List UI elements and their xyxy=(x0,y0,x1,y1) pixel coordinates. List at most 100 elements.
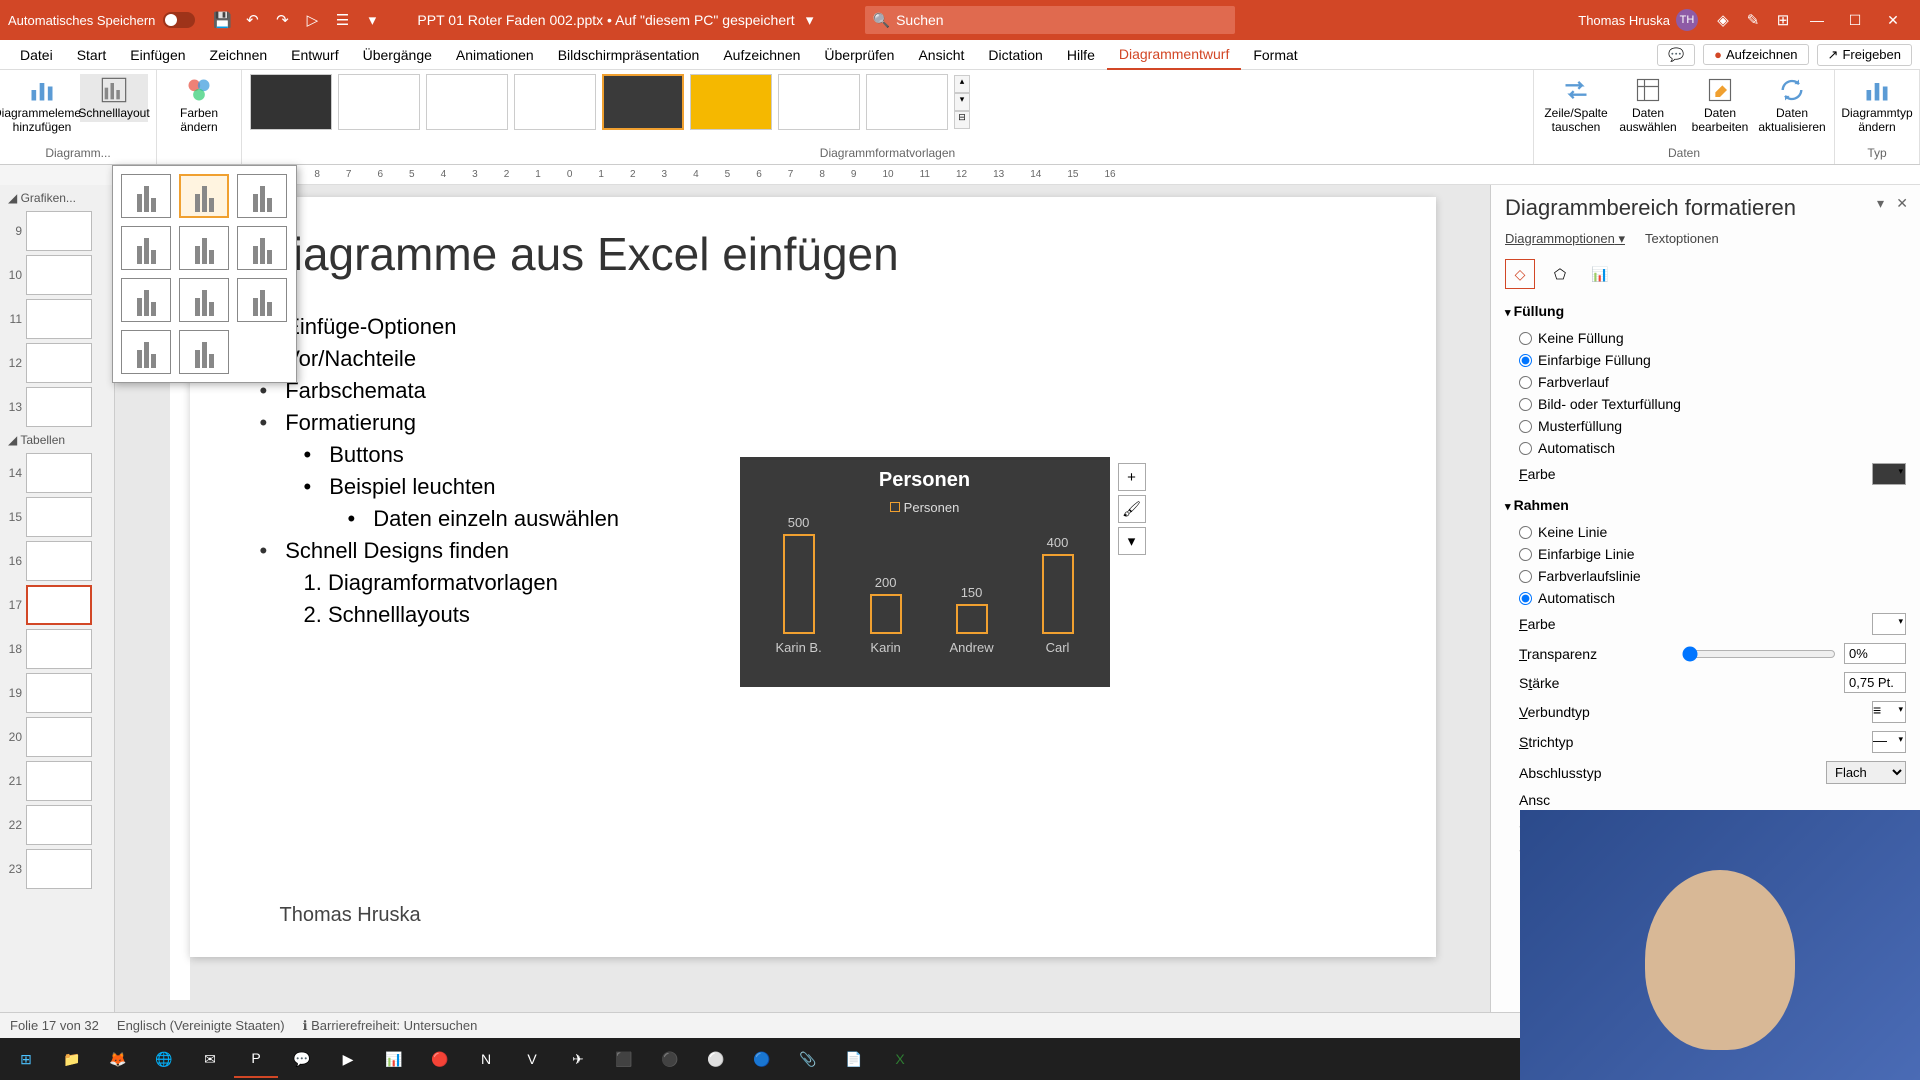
fill-section-header[interactable]: Füllung xyxy=(1505,303,1906,319)
width-input[interactable] xyxy=(1844,672,1906,693)
task-app-1[interactable]: 💬 xyxy=(280,1040,324,1078)
task-app-5[interactable]: ⚪ xyxy=(694,1040,738,1078)
compound-select[interactable]: ≡ xyxy=(1872,701,1906,723)
maximize-button[interactable]: ☐ xyxy=(1836,0,1874,40)
link-icon[interactable]: ⊞ xyxy=(1772,9,1794,31)
qat-more-icon[interactable]: ▾ xyxy=(361,9,383,31)
tab-aufzeichnen[interactable]: Aufzeichnen xyxy=(711,40,812,70)
task-powerpoint[interactable]: P xyxy=(234,1040,278,1078)
search-input[interactable] xyxy=(896,12,1227,28)
chart-object[interactable]: Personen Personen 500Karin B.200Karin150… xyxy=(740,457,1110,687)
chart-plot-area[interactable]: 500Karin B.200Karin150Andrew400Carl xyxy=(752,525,1098,655)
task-telegram[interactable]: ✈ xyxy=(556,1040,600,1078)
slide-thumb-22[interactable] xyxy=(26,805,92,845)
chart-style-5[interactable] xyxy=(602,74,684,130)
bullet-item[interactable]: Farbschemata xyxy=(260,375,1366,407)
chart-style-2[interactable] xyxy=(338,74,420,130)
chart-bar[interactable] xyxy=(783,534,815,634)
slide-thumb-15[interactable] xyxy=(26,497,92,537)
refresh-data-button[interactable]: Daten aktualisieren xyxy=(1758,74,1826,136)
tab-dictation[interactable]: Dictation xyxy=(976,40,1054,70)
redo-icon[interactable]: ↷ xyxy=(271,9,293,31)
slide-panel[interactable]: ◢ Grafiken... 910111213 ◢ Tabellen 14151… xyxy=(0,185,115,1012)
slide-thumb-21[interactable] xyxy=(26,761,92,801)
quick-layout-2[interactable] xyxy=(179,174,229,218)
from-beginning-icon[interactable]: ▷ xyxy=(301,9,323,31)
slide-editor[interactable]: Diagramme aus Excel einfügen Einfüge-Opt… xyxy=(115,185,1490,1012)
tab-bildschirm[interactable]: Bildschirmpräsentation xyxy=(546,40,712,70)
slide-thumb-12[interactable] xyxy=(26,343,92,383)
touch-mode-icon[interactable]: ☰ xyxy=(331,9,353,31)
pane-collapse-icon[interactable]: ▾ xyxy=(1877,195,1884,212)
accessibility-check[interactable]: ℹ Barrierefreiheit: Untersuchen xyxy=(303,1018,478,1034)
tab-datei[interactable]: Datei xyxy=(8,40,65,70)
task-app-2[interactable]: 📊 xyxy=(372,1040,416,1078)
slide-thumb-18[interactable] xyxy=(26,629,92,669)
language-indicator[interactable]: Englisch (Vereinigte Staaten) xyxy=(117,1018,285,1033)
bullet-item[interactable]: Formatierung xyxy=(260,407,1366,439)
pane-close-icon[interactable]: ✕ xyxy=(1896,195,1908,212)
border-radio[interactable]: Einfarbige Linie xyxy=(1505,543,1906,565)
chart-elements-button[interactable]: + xyxy=(1118,463,1146,491)
quick-layout-10[interactable] xyxy=(121,330,171,374)
bullet-item[interactable]: Einfüge-Optionen xyxy=(260,311,1366,343)
text-options-tab[interactable]: Textoptionen xyxy=(1645,231,1719,247)
chart-filter-button[interactable]: ▾ xyxy=(1118,527,1146,555)
tab-zeichnen[interactable]: Zeichnen xyxy=(198,40,280,70)
style-scroll-down[interactable]: ▾ xyxy=(954,93,970,111)
change-colors-button[interactable]: Farben ändern xyxy=(165,74,233,136)
slide-title[interactable]: Diagramme aus Excel einfügen xyxy=(260,227,1366,281)
quick-layout-3[interactable] xyxy=(237,174,287,218)
doc-dropdown-icon[interactable]: ▾ xyxy=(799,9,821,31)
task-firefox[interactable]: 🦊 xyxy=(96,1040,140,1078)
style-more[interactable]: ⊟ xyxy=(954,111,970,129)
chart-bar[interactable] xyxy=(870,594,902,634)
save-icon[interactable]: 💾 xyxy=(211,9,233,31)
task-excel[interactable]: X xyxy=(878,1040,922,1078)
fill-color-swatch[interactable] xyxy=(1872,463,1906,485)
slide-thumb-16[interactable] xyxy=(26,541,92,581)
tab-start[interactable]: Start xyxy=(65,40,119,70)
slide-thumb-10[interactable] xyxy=(26,255,92,295)
horizontal-ruler[interactable]: 1312111098765432101234567891011121314151… xyxy=(125,165,1920,185)
quick-layout-5[interactable] xyxy=(179,226,229,270)
change-chart-type-button[interactable]: Diagrammtyp ändern xyxy=(1843,74,1911,136)
tab-diagrammentwurf[interactable]: Diagrammentwurf xyxy=(1107,40,1241,70)
bullet-item[interactable]: Vor/Nachteile xyxy=(260,343,1366,375)
user-avatar[interactable]: TH xyxy=(1676,9,1698,31)
fill-radio[interactable]: Keine Füllung xyxy=(1505,327,1906,349)
task-onenote[interactable]: N xyxy=(464,1040,508,1078)
slide-counter[interactable]: Folie 17 von 32 xyxy=(10,1018,99,1033)
undo-icon[interactable]: ↶ xyxy=(241,9,263,31)
tab-uebergaenge[interactable]: Übergänge xyxy=(351,40,444,70)
style-scroll-up[interactable]: ▴ xyxy=(954,75,970,93)
tab-entwurf[interactable]: Entwurf xyxy=(279,40,350,70)
comments-button[interactable]: 💬 xyxy=(1657,44,1695,66)
task-obs[interactable]: ⚫ xyxy=(648,1040,692,1078)
chart-style-8[interactable] xyxy=(866,74,948,130)
slide-thumb-20[interactable] xyxy=(26,717,92,757)
quick-layout-7[interactable] xyxy=(121,278,171,322)
size-props-icon[interactable]: 📊 xyxy=(1585,259,1615,289)
transparency-slider[interactable] xyxy=(1682,646,1837,662)
tab-animationen[interactable]: Animationen xyxy=(444,40,546,70)
task-chrome[interactable]: 🌐 xyxy=(142,1040,186,1078)
autosave-toggle[interactable] xyxy=(163,12,195,28)
chart-style-3[interactable] xyxy=(426,74,508,130)
quick-layout-4[interactable] xyxy=(121,226,171,270)
border-radio[interactable]: Farbverlaufslinie xyxy=(1505,565,1906,587)
quick-layout-11[interactable] xyxy=(179,330,229,374)
quick-layout-8[interactable] xyxy=(179,278,229,322)
fill-radio[interactable]: Bild- oder Texturfüllung xyxy=(1505,393,1906,415)
task-outlook[interactable]: ✉ xyxy=(188,1040,232,1078)
fill-radio[interactable]: Einfarbige Füllung xyxy=(1505,349,1906,371)
tab-hilfe[interactable]: Hilfe xyxy=(1055,40,1107,70)
quick-layout-1[interactable] xyxy=(121,174,171,218)
slide-thumb-19[interactable] xyxy=(26,673,92,713)
transparency-input[interactable] xyxy=(1844,643,1906,664)
select-data-button[interactable]: Daten auswählen xyxy=(1614,74,1682,136)
chart-style-7[interactable] xyxy=(778,74,860,130)
task-app-6[interactable]: 🔵 xyxy=(740,1040,784,1078)
fill-radio[interactable]: Musterfüllung xyxy=(1505,415,1906,437)
border-radio[interactable]: Automatisch xyxy=(1505,587,1906,609)
